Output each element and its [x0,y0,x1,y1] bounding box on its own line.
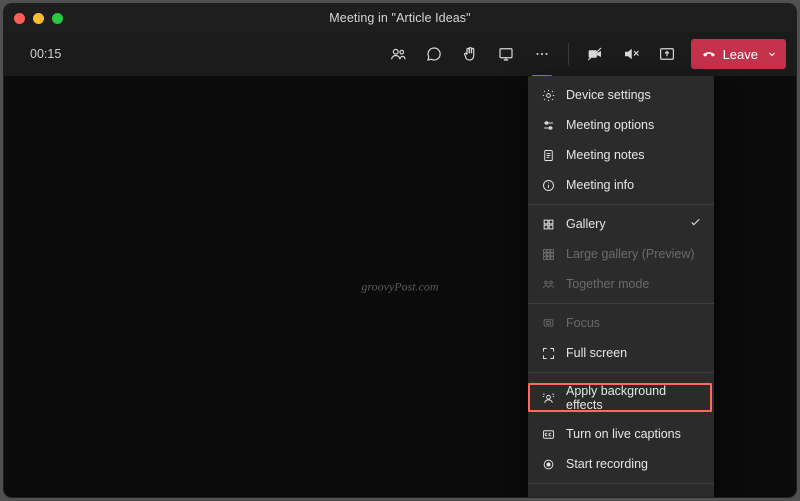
large-grid-icon [540,246,556,262]
leave-button[interactable]: Leave [691,39,786,69]
menu-label: Focus [566,316,600,330]
menu-item-live-captions[interactable]: Turn on live captions [528,419,714,449]
together-icon [540,276,556,292]
menu-label: Start recording [566,457,648,471]
toolbar-divider [568,43,569,65]
menu-item-start-recording[interactable]: Start recording [528,449,714,479]
menu-item-meeting-notes[interactable]: Meeting notes [528,140,714,170]
chat-icon [425,45,443,63]
speaker-off-icon [622,45,640,63]
app-window: Meeting in "Article Ideas" 00:15 [4,4,796,497]
share-button[interactable] [651,38,683,70]
focus-icon [540,315,556,331]
participants-button[interactable] [382,38,414,70]
info-icon [540,177,556,193]
menu-label: Meeting options [566,118,654,132]
menu-item-together-mode: Together mode [528,269,714,299]
menu-separator [528,483,714,484]
chat-button[interactable] [418,38,450,70]
more-actions-button[interactable] [526,38,558,70]
breakout-rooms-icon [497,45,515,63]
window-title: Meeting in "Article Ideas" [4,11,796,25]
grid-icon [540,216,556,232]
menu-label: Together mode [566,277,649,291]
fullscreen-icon [540,345,556,361]
sliders-icon [540,117,556,133]
titlebar: Meeting in "Article Ideas" [4,4,796,32]
background-icon [540,390,556,406]
menu-item-focus: Focus [528,308,714,338]
menu-item-meeting-info[interactable]: Meeting info [528,170,714,200]
people-icon [389,45,407,63]
menu-label: Gallery [566,217,606,231]
notes-icon [540,147,556,163]
captions-icon [540,426,556,442]
camera-off-icon [586,45,604,63]
rooms-button[interactable] [490,38,522,70]
leave-label: Leave [723,47,758,62]
menu-label: Apply background effects [566,384,702,412]
menu-item-background-effects[interactable]: Apply background effects [528,377,714,419]
more-actions-menu: Device settings Meeting options Meeting … [528,76,714,497]
menu-item-dial-pad[interactable]: Dial pad [528,488,714,497]
menu-label: Full screen [566,346,627,360]
menu-item-full-screen[interactable]: Full screen [528,338,714,368]
menu-item-meeting-options[interactable]: Meeting options [528,110,714,140]
menu-separator [528,204,714,205]
menu-label: Device settings [566,88,651,102]
menu-item-device-settings[interactable]: Device settings [528,80,714,110]
record-icon [540,456,556,472]
menu-item-gallery[interactable]: Gallery [528,209,714,239]
mic-toggle-button[interactable] [615,38,647,70]
menu-separator [528,372,714,373]
menu-label: Turn on live captions [566,427,681,441]
raise-hand-icon [461,45,479,63]
chevron-down-icon [766,48,778,60]
watermark: groovyPost.com [361,279,438,294]
meeting-timer: 00:15 [14,47,61,61]
dialpad-icon [540,495,556,497]
menu-item-large-gallery: Large gallery (Preview) [528,239,714,269]
reactions-button[interactable] [454,38,486,70]
menu-label: Large gallery (Preview) [566,247,695,261]
menu-separator [528,303,714,304]
menu-label: Meeting info [566,178,634,192]
hangup-icon [701,46,717,62]
more-icon [533,45,551,63]
menu-label: Meeting notes [566,148,645,162]
meeting-toolbar: 00:15 Leave [4,32,796,76]
share-screen-icon [658,45,676,63]
check-icon [689,216,702,232]
gear-icon [540,87,556,103]
menu-label: Dial pad [566,496,612,497]
camera-toggle-button[interactable] [579,38,611,70]
